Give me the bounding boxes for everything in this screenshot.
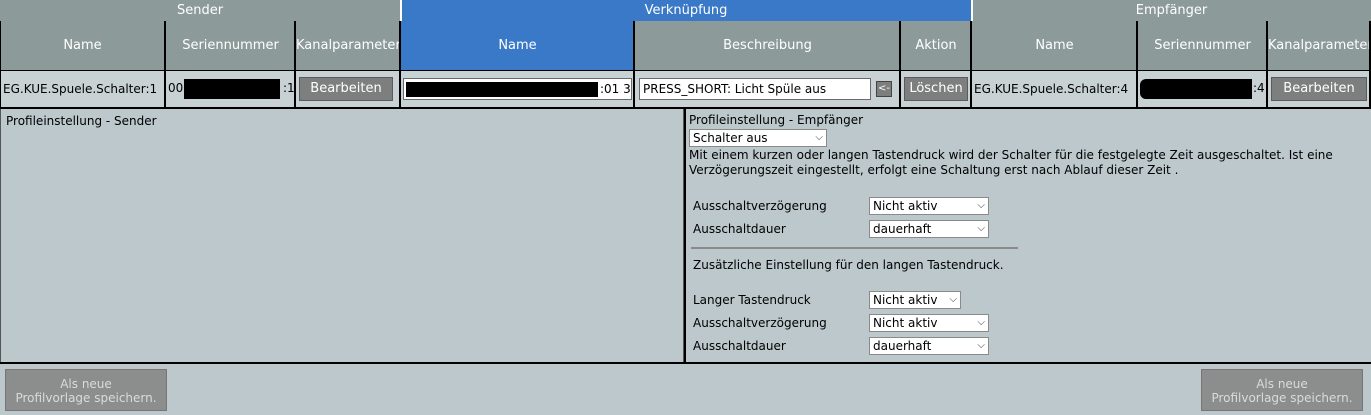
group-header-sender: Sender [0, 0, 400, 21]
chevron-down-icon: ⌵ [977, 340, 985, 351]
save-profile-template-sender-button[interactable]: Als neue Profilvorlage speichern. [5, 369, 167, 411]
long-duration-label: Ausschaltdauer [693, 339, 786, 353]
chevron-down-icon: ⌵ [815, 132, 823, 143]
delay-label: Ausschaltverzögerung [693, 199, 827, 213]
redaction-block [184, 79, 280, 99]
col-link-description: Beschreibung [635, 21, 900, 71]
long-delay-select[interactable]: Nicht aktiv ⌵ [869, 314, 989, 332]
receiver-name: EG.KUE.Spuele.Schalter:4 [974, 82, 1129, 96]
delay-select[interactable]: Nicht aktiv ⌵ [869, 197, 989, 215]
divider [971, 0, 973, 21]
col-receiver-name: Name [972, 21, 1137, 71]
link-desc-cell: PRESS_SHORT: Licht Spüle aus <- [635, 71, 899, 107]
col-link-action: Aktion [901, 21, 971, 71]
delay-select-value: Nicht aktiv [873, 199, 938, 213]
divider [691, 247, 1018, 249]
receiver-profile-title: Profileinstellung - Empfänger [689, 113, 864, 127]
long-duration-select-value: dauerhaft [873, 339, 932, 353]
profile-description: Mit einem kurzen oder langen Tastendruck… [689, 148, 1333, 177]
sender-name-cell: EG.KUE.Spuele.Schalter:1 [1, 71, 164, 107]
receiver-serial-suffix: :4 [1253, 81, 1265, 95]
long-press-label: Langer Tastendruck [693, 293, 811, 307]
duration-label: Ausschaltdauer [693, 222, 786, 236]
chevron-down-icon: ⌵ [949, 294, 957, 305]
receiver-serial-cell: :4 [1138, 71, 1266, 107]
sender-name: EG.KUE.Spuele.Schalter:1 [3, 82, 158, 96]
receiver-params-cell: Bearbeiten [1268, 71, 1369, 107]
long-delay-label: Ausschaltverzögerung [693, 316, 827, 330]
sender-profile-title: Profileinstellung - Sender [6, 114, 157, 128]
save-profile-line2: Profilvorlage speichern. [15, 391, 157, 405]
col-sender-name: Name [0, 21, 165, 71]
save-profile-line2: Profilvorlage speichern. [1211, 391, 1353, 405]
copy-name-arrow-button[interactable]: <- [876, 81, 892, 97]
redaction-block [1140, 79, 1252, 99]
col-sender-params: Kanalparameter [296, 21, 400, 71]
sender-serial-prefix: 00 [168, 81, 184, 95]
receiver-name-cell: EG.KUE.Spuele.Schalter:4 [972, 71, 1136, 107]
long-duration-select[interactable]: dauerhaft ⌵ [869, 337, 989, 355]
divider [400, 0, 402, 21]
delete-button[interactable]: Löschen [904, 77, 968, 101]
chevron-down-icon: ⌵ [977, 317, 985, 328]
col-link-name: Name [401, 21, 634, 71]
link-name-cell: :01 3 [401, 71, 633, 107]
save-profile-template-receiver-button[interactable]: Als neue Profilvorlage speichern. [1201, 369, 1363, 411]
col-receiver-params: Kanalparameter [1268, 21, 1371, 71]
duration-select-value: dauerhaft [873, 222, 932, 236]
sender-profile-panel: Profileinstellung - Sender [0, 109, 684, 363]
chevron-down-icon: ⌵ [977, 200, 985, 211]
duration-select[interactable]: dauerhaft ⌵ [869, 220, 989, 238]
link-action-cell: Löschen [901, 71, 970, 107]
receiver-edit-button[interactable]: Bearbeiten [1271, 77, 1367, 101]
group-header-receiver: Empfänger [972, 0, 1371, 21]
link-description-input[interactable]: PRESS_SHORT: Licht Spüle aus [639, 78, 871, 100]
col-sender-serial: Seriennummer [166, 21, 295, 71]
col-receiver-serial: Seriennummer [1138, 21, 1267, 71]
profile-select-value: Schalter aus [693, 131, 768, 145]
sender-serial-cell: 00 :1 [166, 71, 294, 107]
receiver-profile-panel: Profileinstellung - Empfänger Schalter a… [686, 109, 1371, 363]
sender-edit-button[interactable]: Bearbeiten [299, 77, 393, 101]
divider [0, 362, 1371, 364]
sender-serial-suffix: :1 [283, 81, 294, 95]
long-delay-select-value: Nicht aktiv [873, 316, 938, 330]
save-profile-line1: Als neue [60, 377, 112, 391]
sender-params-cell: Bearbeiten [296, 71, 399, 107]
long-press-note: Zusätzliche Einstellung für den langen T… [693, 258, 1004, 272]
long-press-select[interactable]: Nicht aktiv ⌵ [869, 291, 961, 309]
group-header-link: Verknüpfung [401, 0, 971, 21]
link-name-suffix: :01 3 [600, 82, 631, 96]
redaction-block [406, 82, 598, 97]
long-press-select-value: Nicht aktiv [873, 293, 938, 307]
link-name-input[interactable]: :01 3 [403, 78, 632, 100]
profile-select[interactable]: Schalter aus ⌵ [689, 129, 827, 147]
save-profile-line1: Als neue [1256, 377, 1308, 391]
chevron-down-icon: ⌵ [977, 223, 985, 234]
